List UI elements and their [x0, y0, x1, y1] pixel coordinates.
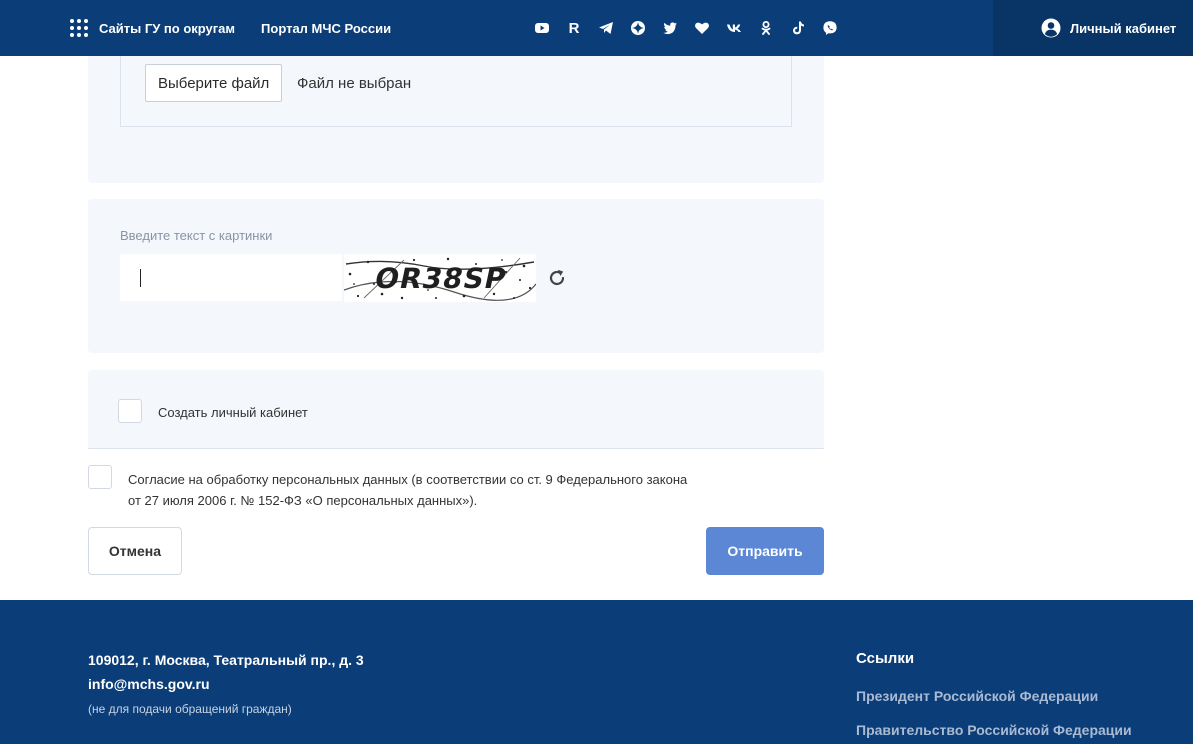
consent-text-line-1: Согласие на обработку персональных данны… — [128, 472, 688, 487]
rutube-icon[interactable]: R — [565, 19, 583, 37]
tiktok-icon[interactable] — [789, 19, 807, 37]
social-links: R — [533, 0, 853, 56]
page-footer: 109012, г. Москва, Театральный пр., д. 3… — [0, 600, 1193, 744]
consent-checkbox[interactable] — [88, 465, 112, 489]
header-left: Сайты ГУ по округам Портал МЧС России — [70, 0, 391, 56]
file-status-text: Файл не выбран — [297, 75, 412, 92]
refresh-captcha-icon[interactable] — [546, 267, 568, 289]
youtube-icon[interactable] — [533, 19, 551, 37]
footer-link-government[interactable]: Правительство Российской Федерации — [856, 722, 1132, 738]
top-header: Сайты ГУ по округам Портал МЧС России R — [0, 0, 1193, 56]
create-account-section: Создать личный кабинет — [88, 370, 824, 449]
text-cursor — [140, 269, 141, 287]
file-upload-section: Выберите файл Файл не выбран — [88, 56, 824, 183]
captcha-label: Введите текст с картинки — [120, 228, 273, 243]
consent-text: Согласие на обработку персональных данны… — [128, 469, 778, 511]
choose-file-button[interactable]: Выберите файл — [145, 64, 283, 102]
dzen-icon[interactable] — [629, 19, 647, 37]
footer-link-president[interactable]: Президент Российской Федерации — [856, 688, 1098, 704]
vk-icon[interactable] — [725, 19, 743, 37]
captcha-text: OR38SP — [372, 262, 510, 295]
user-circle-icon — [1041, 18, 1061, 38]
telegram-icon[interactable] — [597, 19, 615, 37]
apps-grid-icon[interactable] — [70, 19, 88, 37]
odnoklassniki-icon[interactable] — [757, 19, 775, 37]
twitter-icon[interactable] — [661, 19, 679, 37]
personal-cabinet-link[interactable]: Личный кабинет — [993, 0, 1193, 56]
captcha-image: OR38SP — [344, 254, 536, 302]
footer-address: 109012, г. Москва, Театральный пр., д. 3 — [88, 652, 364, 668]
cancel-button[interactable]: Отмена — [88, 527, 182, 575]
file-upload-box: Выберите файл Файл не выбран — [120, 56, 792, 127]
create-account-checkbox[interactable] — [118, 399, 142, 423]
footer-email-link[interactable]: info@mchs.gov.ru — [88, 676, 210, 692]
heart-icon[interactable] — [693, 19, 711, 37]
captcha-input[interactable] — [120, 254, 342, 301]
footer-email-note: (не для подачи обращений граждан) — [88, 702, 292, 716]
submit-button[interactable]: Отправить — [706, 527, 824, 575]
create-account-label: Создать личный кабинет — [158, 405, 308, 420]
consent-text-line-2: от 27 июля 2006 г. № 152-ФЗ «О персональ… — [128, 493, 478, 508]
captcha-section: Введите текст с картинки OR38SP — [88, 199, 824, 353]
personal-cabinet-label: Личный кабинет — [1070, 20, 1177, 36]
footer-links-title: Ссылки — [856, 650, 915, 667]
regional-sites-link[interactable]: Сайты ГУ по округам — [99, 21, 235, 36]
viber-icon[interactable] — [821, 19, 839, 37]
mchs-portal-link[interactable]: Портал МЧС России — [261, 21, 391, 36]
